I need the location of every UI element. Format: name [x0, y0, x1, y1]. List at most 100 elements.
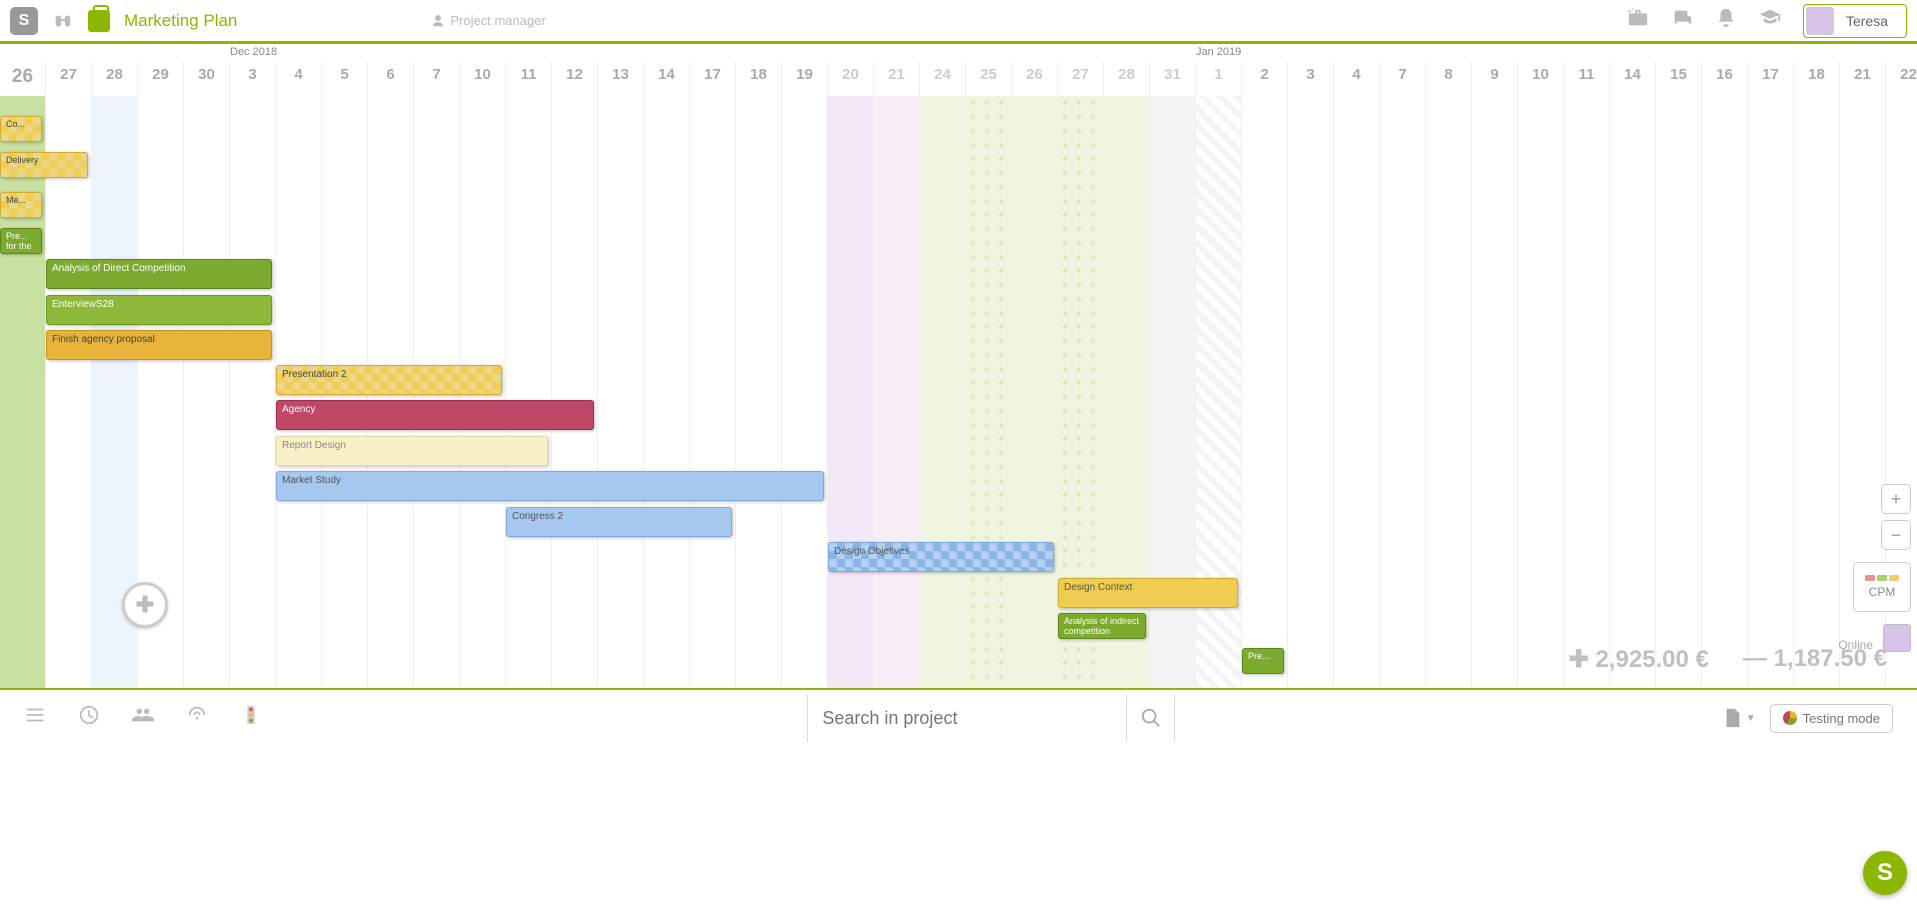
- task-bar[interactable]: Pre...: [1242, 648, 1284, 674]
- date-cell[interactable]: 11: [506, 62, 552, 96]
- cpm-widget[interactable]: CPM: [1853, 562, 1911, 612]
- timeline-column: [0, 96, 46, 688]
- date-cell[interactable]: 9: [1472, 62, 1518, 96]
- list-view-icon[interactable]: [24, 704, 46, 733]
- date-cell[interactable]: 6: [368, 62, 414, 96]
- date-cell[interactable]: 4: [276, 62, 322, 96]
- date-cell[interactable]: 3: [1288, 62, 1334, 96]
- chat-icon[interactable]: [1671, 7, 1693, 35]
- date-cell[interactable]: 17: [690, 62, 736, 96]
- task-bar[interactable]: Congress 2: [506, 507, 732, 537]
- date-cell[interactable]: 18: [1794, 62, 1840, 96]
- date-cell[interactable]: 22: [1886, 62, 1917, 96]
- add-task-button[interactable]: ✚: [122, 582, 168, 628]
- bottombar-right: ▼ Testing mode: [1721, 704, 1893, 733]
- date-cell[interactable]: 7: [1380, 62, 1426, 96]
- task-bar[interactable]: Pre... for the: [0, 228, 42, 254]
- timeline-column: [828, 96, 874, 688]
- date-cell[interactable]: 4: [1334, 62, 1380, 96]
- team-icon[interactable]: [132, 704, 154, 733]
- date-cell[interactable]: 13: [598, 62, 644, 96]
- search-section: [807, 690, 1175, 746]
- task-bar[interactable]: Finish agency proposal: [46, 330, 272, 360]
- date-cell[interactable]: 21: [874, 62, 920, 96]
- add-project-icon[interactable]: +: [1627, 7, 1649, 35]
- user-menu[interactable]: Teresa: [1803, 4, 1907, 38]
- testing-mode-label: Testing mode: [1803, 711, 1880, 726]
- date-cell[interactable]: 30: [184, 62, 230, 96]
- dashboard-icon[interactable]: [186, 704, 208, 733]
- date-cell[interactable]: 1: [1196, 62, 1242, 96]
- task-bar[interactable]: Report Design: [276, 436, 548, 466]
- date-cell[interactable]: 10: [1518, 62, 1564, 96]
- bell-icon[interactable]: [1715, 7, 1737, 35]
- binoculars-icon[interactable]: [52, 10, 74, 32]
- briefcase-icon[interactable]: [88, 10, 110, 32]
- date-cell[interactable]: 21: [1840, 62, 1886, 96]
- zoom-in-button[interactable]: +: [1881, 484, 1911, 514]
- task-bar[interactable]: Me...: [0, 192, 42, 218]
- date-cell[interactable]: 16: [1702, 62, 1748, 96]
- traffic-light-icon[interactable]: [240, 704, 262, 733]
- date-cell[interactable]: 19: [782, 62, 828, 96]
- timeline-column: [1794, 96, 1840, 688]
- date-cell[interactable]: 14: [1610, 62, 1656, 96]
- date-cell[interactable]: 26: [0, 62, 46, 96]
- date-cell[interactable]: 20: [828, 62, 874, 96]
- timeline-column: [1564, 96, 1610, 688]
- zoom-controls: + −: [1881, 484, 1911, 550]
- date-cell[interactable]: 8: [1426, 62, 1472, 96]
- date-cell[interactable]: 3: [230, 62, 276, 96]
- date-cell[interactable]: 10: [460, 62, 506, 96]
- presence-avatar[interactable]: [1883, 624, 1911, 652]
- search-icon[interactable]: [1127, 694, 1175, 742]
- task-bar[interactable]: Design Context: [1058, 578, 1238, 608]
- date-cell[interactable]: 25: [966, 62, 1012, 96]
- task-bar[interactable]: Presentation 2: [276, 365, 502, 395]
- testing-mode-button[interactable]: Testing mode: [1770, 704, 1893, 733]
- task-bar[interactable]: Analysis of Direct Competition: [46, 259, 272, 289]
- date-cell[interactable]: 7: [414, 62, 460, 96]
- task-bar[interactable]: Agency: [276, 400, 594, 430]
- task-bar[interactable]: EnterviewS28: [46, 295, 272, 325]
- date-cell[interactable]: 29: [138, 62, 184, 96]
- project-title[interactable]: Marketing Plan: [124, 11, 237, 31]
- task-bar[interactable]: Market Study: [276, 471, 824, 501]
- total-positive: 2,925.00 €: [1569, 645, 1709, 674]
- graduation-icon[interactable]: [1759, 7, 1781, 35]
- date-cell[interactable]: 2: [1242, 62, 1288, 96]
- date-cell[interactable]: 28: [1104, 62, 1150, 96]
- date-cell[interactable]: 5: [322, 62, 368, 96]
- date-cell[interactable]: 12: [552, 62, 598, 96]
- date-cell[interactable]: 24: [920, 62, 966, 96]
- task-bar[interactable]: Design Objetives: [828, 542, 1054, 572]
- floating-help-button[interactable]: S: [1863, 851, 1907, 895]
- bottom-toolbar: ▼ Testing mode: [0, 690, 1917, 746]
- date-cell[interactable]: 28: [92, 62, 138, 96]
- timeline-column: [184, 96, 230, 688]
- app-logo[interactable]: S: [10, 7, 38, 35]
- gantt-timeline[interactable]: Dec 2018 Jan 2019 2627282930345671011121…: [0, 44, 1917, 690]
- date-cell[interactable]: 27: [1058, 62, 1104, 96]
- task-bar[interactable]: Analysis of indirect competition: [1058, 613, 1146, 639]
- clock-icon[interactable]: [78, 704, 100, 733]
- task-bar[interactable]: Delivery: [0, 152, 88, 178]
- document-dropdown[interactable]: ▼: [1721, 707, 1756, 729]
- date-cell[interactable]: 11: [1564, 62, 1610, 96]
- timeline-column: [1610, 96, 1656, 688]
- task-bar[interactable]: Co...: [0, 116, 42, 142]
- date-cell[interactable]: 18: [736, 62, 782, 96]
- zoom-out-button[interactable]: −: [1881, 520, 1911, 550]
- avatar: [1806, 7, 1834, 35]
- timeline-column: [966, 96, 1012, 688]
- date-cell[interactable]: 31: [1150, 62, 1196, 96]
- timeline-column: [1518, 96, 1564, 688]
- date-cell[interactable]: 15: [1656, 62, 1702, 96]
- timeline-column: [1656, 96, 1702, 688]
- search-input[interactable]: [807, 694, 1127, 742]
- date-cell[interactable]: 17: [1748, 62, 1794, 96]
- date-cell[interactable]: 27: [46, 62, 92, 96]
- date-cell[interactable]: 14: [644, 62, 690, 96]
- date-cell[interactable]: 26: [1012, 62, 1058, 96]
- timeline-column: [1748, 96, 1794, 688]
